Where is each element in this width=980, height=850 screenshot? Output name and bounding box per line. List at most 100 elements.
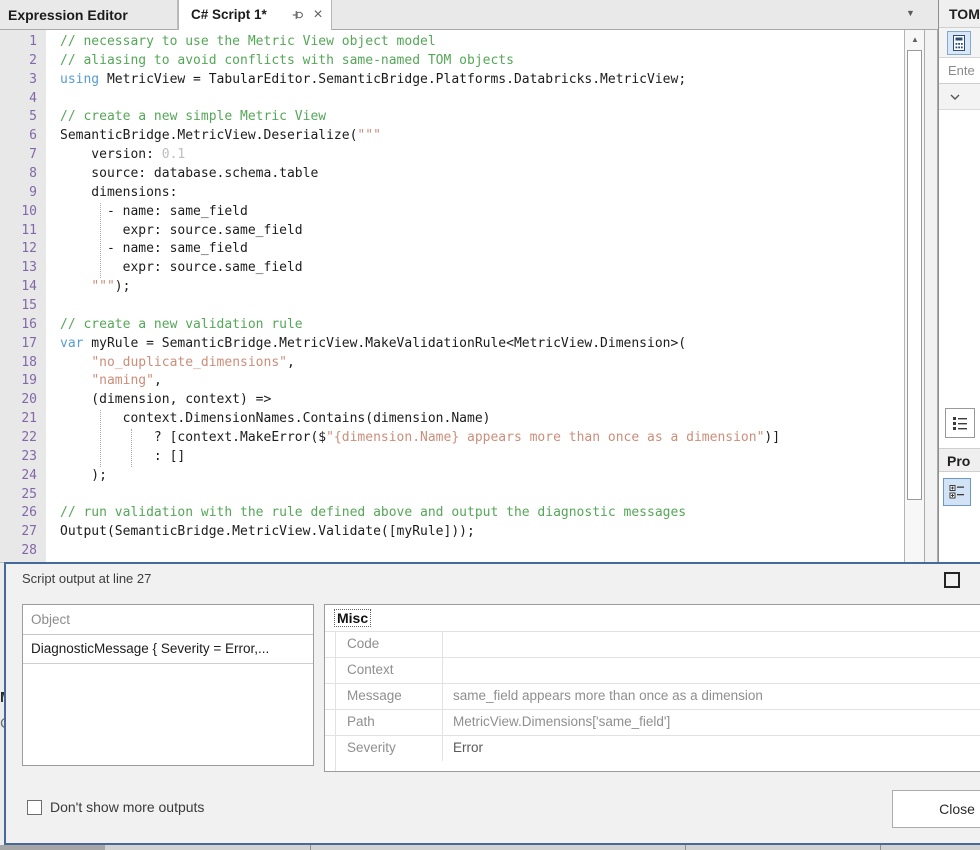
code-token: (dimension, context) => (60, 392, 271, 407)
background-grid-cell (0, 845, 105, 850)
expression-editor-title: Expression Editor (8, 0, 128, 30)
code-token: , (287, 355, 295, 370)
code-line[interactable]: dimensions: (60, 184, 904, 203)
line-number: 28 (0, 542, 46, 561)
object-list: Object DiagnosticMessage { Severity = Er… (22, 604, 314, 766)
code-line[interactable]: """); (60, 278, 904, 297)
tab-csharp-script[interactable]: C# Script 1* × (178, 0, 332, 31)
maximize-icon[interactable] (944, 572, 960, 588)
property-value[interactable] (443, 658, 980, 683)
property-value[interactable]: MetricView.Dimensions['same_field'] (443, 710, 980, 735)
property-grid-button[interactable] (943, 478, 971, 506)
object-list-item[interactable]: DiagnosticMessage { Severity = Error,... (23, 635, 313, 664)
code-line[interactable]: "no_duplicate_dimensions", (60, 354, 904, 373)
code-line[interactable]: : [] (60, 448, 904, 467)
calculator-toggle-button[interactable] (947, 31, 971, 55)
code-line[interactable]: expr: source.same_field (60, 222, 904, 241)
code-token: "{dimension.Name} appears more than once… (326, 430, 764, 445)
code-line[interactable] (60, 297, 904, 316)
code-editor[interactable]: 1234567891011121314151617181920212223242… (0, 30, 904, 562)
code-line[interactable]: "naming", (60, 372, 904, 391)
code-line[interactable]: source: database.schema.table (60, 165, 904, 184)
code-line[interactable]: (dimension, context) => (60, 391, 904, 410)
line-number-gutter: 1234567891011121314151617181920212223242… (0, 30, 46, 562)
code-token: - name: same_field (60, 241, 248, 256)
line-number: 11 (0, 222, 46, 241)
property-label: Severity (325, 736, 443, 761)
code-line[interactable]: context.DimensionNames.Contains(dimensio… (60, 410, 904, 429)
code-line[interactable]: // create a new simple Metric View (60, 108, 904, 127)
code-line[interactable]: Output(SemanticBridge.MetricView.Validat… (60, 523, 904, 542)
code-line[interactable]: // run validation with the rule defined … (60, 504, 904, 523)
code-line[interactable]: using MetricView = TabularEditor.Semanti… (60, 71, 904, 90)
code-token: // create a new validation rule (60, 317, 303, 332)
code-token: // create a new simple Metric View (60, 109, 326, 124)
code-line[interactable]: - name: same_field (60, 240, 904, 259)
line-number: 17 (0, 335, 46, 354)
filter-dropdown[interactable] (939, 84, 980, 110)
code-line[interactable]: ? [context.MakeError($"{dimension.Name} … (60, 429, 904, 448)
code-line[interactable] (60, 486, 904, 505)
property-category-label: Misc (335, 610, 370, 626)
code-line[interactable]: var myRule = SemanticBridge.MetricView.M… (60, 335, 904, 354)
code-token: "no_duplicate_dimensions" (91, 355, 287, 370)
code-line[interactable]: ); (60, 467, 904, 486)
code-line[interactable]: version: 0.1 (60, 146, 904, 165)
object-list-items: DiagnosticMessage { Severity = Error,... (23, 635, 313, 664)
line-number: 15 (0, 297, 46, 316)
property-label: Message (325, 684, 443, 709)
code-token: using (60, 72, 99, 87)
tom-explorer-toolbar (939, 28, 980, 58)
line-number: 23 (0, 448, 46, 467)
code-token (60, 355, 91, 370)
line-number: 22 (0, 429, 46, 448)
code-line[interactable]: // necessary to use the Metric View obje… (60, 33, 904, 52)
dont-show-checkbox-label[interactable]: Don't show more outputs (50, 799, 204, 815)
code-line[interactable]: // aliasing to avoid conflicts with same… (60, 52, 904, 71)
close-icon[interactable]: × (309, 4, 327, 26)
tab-strip: Expression Editor C# Script 1* × ▼ (0, 0, 938, 30)
code-token: context.DimensionNames.Contains(dimensio… (60, 411, 490, 426)
property-value[interactable]: same_field appears more than once as a d… (443, 684, 980, 709)
dont-show-checkbox[interactable] (27, 800, 42, 815)
property-row[interactable]: PathMetricView.Dimensions['same_field'] (325, 709, 980, 735)
code-token: version: (60, 147, 162, 162)
search-input[interactable]: Ente (939, 58, 980, 84)
editor-vertical-scrollbar[interactable]: ▲ (904, 30, 924, 562)
scrollbar-thumb[interactable] (907, 50, 922, 500)
line-number: 18 (0, 354, 46, 373)
code-content[interactable]: // necessary to use the Metric View obje… (46, 30, 904, 561)
code-token: MetricView = TabularEditor.SemanticBridg… (99, 72, 686, 87)
code-line[interactable]: // create a new validation rule (60, 316, 904, 335)
property-category-row[interactable]: Misc (325, 605, 980, 631)
list-tree-icon (946, 409, 974, 437)
property-row[interactable]: Context (325, 657, 980, 683)
pin-icon[interactable] (291, 8, 305, 22)
code-token: ); (115, 279, 131, 294)
line-number: 5 (0, 108, 46, 127)
code-line[interactable] (60, 542, 904, 561)
tree-view-button[interactable] (945, 408, 975, 438)
code-token (60, 373, 91, 388)
property-row[interactable]: Messagesame_field appears more than once… (325, 683, 980, 709)
scrollbar-up-arrow-icon[interactable]: ▲ (907, 33, 923, 47)
line-number: 1 (0, 33, 46, 52)
code-line[interactable] (60, 90, 904, 109)
chevron-down-icon[interactable]: ▼ (906, 8, 915, 18)
code-token: : [] (60, 449, 185, 464)
line-number: 9 (0, 184, 46, 203)
code-line[interactable]: SemanticBridge.MetricView.Deserialize(""… (60, 127, 904, 146)
background-grid-divider (880, 845, 881, 850)
property-row[interactable]: Code (325, 631, 980, 657)
close-button[interactable]: Close (892, 790, 980, 828)
chevron-down-icon (939, 84, 980, 109)
property-value[interactable] (443, 632, 980, 657)
code-line[interactable]: - name: same_field (60, 203, 904, 222)
app-window: { "tabs": { "panel_title": "Expression E… (0, 0, 980, 850)
code-token: myRule = SemanticBridge.MetricView.MakeV… (83, 336, 686, 351)
line-number: 20 (0, 391, 46, 410)
property-value[interactable]: Error (443, 736, 980, 761)
code-line[interactable]: expr: source.same_field (60, 259, 904, 278)
script-output-dialog: Script output at line 27 Object Diagnost… (4, 562, 980, 845)
property-row[interactable]: SeverityError (325, 735, 980, 761)
